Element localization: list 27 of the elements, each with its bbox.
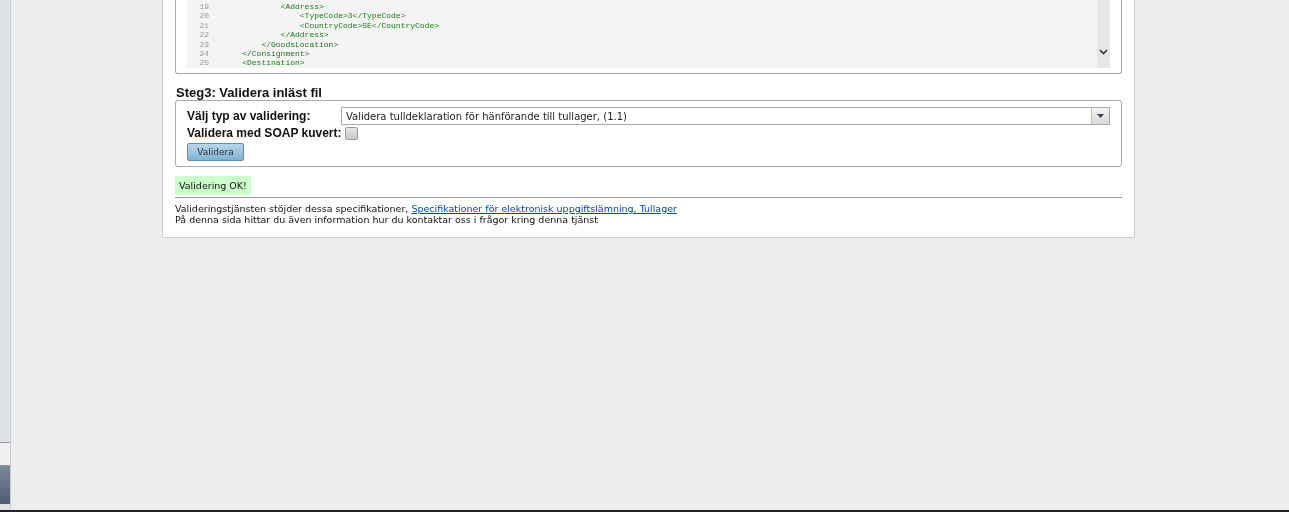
code-line: <CountryCode>SE</CountryCode> (298, 20, 440, 31)
soap-checkbox[interactable] (344, 126, 358, 140)
chevron-down-icon[interactable] (1099, 49, 1108, 55)
code-line: </Consignment> (241, 49, 310, 59)
line-number: 22 (198, 30, 210, 40)
line-number: 24 (198, 49, 210, 59)
validation-type-dropdown[interactable]: Validera tulldeklaration för hänförande till tullager, (1.1) (341, 107, 1110, 125)
validate-button[interactable]: Validera (187, 143, 244, 161)
line-number: 23 (198, 39, 210, 50)
line-number: 19 (198, 2, 210, 12)
line-number: 21 (198, 20, 210, 31)
field-label: Validera med SOAP kuvert: (187, 126, 342, 140)
line-number: 25 (198, 58, 210, 68)
footer-text: Valideringstjänsten stöjder dessa specifikationer, Specifikationer för elektronisk uppgiftslämning, Tullager (175, 203, 678, 214)
code-line: <Address> (279, 2, 324, 12)
specification-link[interactable]: Specifikationer för elektronisk uppgiftslämning, Tullager (411, 203, 677, 214)
caret-icon (1097, 114, 1104, 118)
success-message: Validering OK! (175, 176, 251, 195)
code-line: </GoodsLocation> (260, 39, 339, 50)
field-label: Välj typ av validering: (187, 109, 312, 123)
scrollbar[interactable] (1097, 0, 1110, 68)
code-line: <Destination> (241, 58, 305, 68)
section-heading: Steg3: Validera inläst fil (176, 85, 323, 100)
line-number: 20 (198, 11, 210, 21)
footer-info-text: På denna sida hittar du även information hur du kontaktar oss i frågor kring denna tjänst (175, 214, 599, 225)
code-line: <TypeCode>3</TypeCode> (298, 11, 406, 21)
code-line: </Address> (279, 30, 329, 40)
